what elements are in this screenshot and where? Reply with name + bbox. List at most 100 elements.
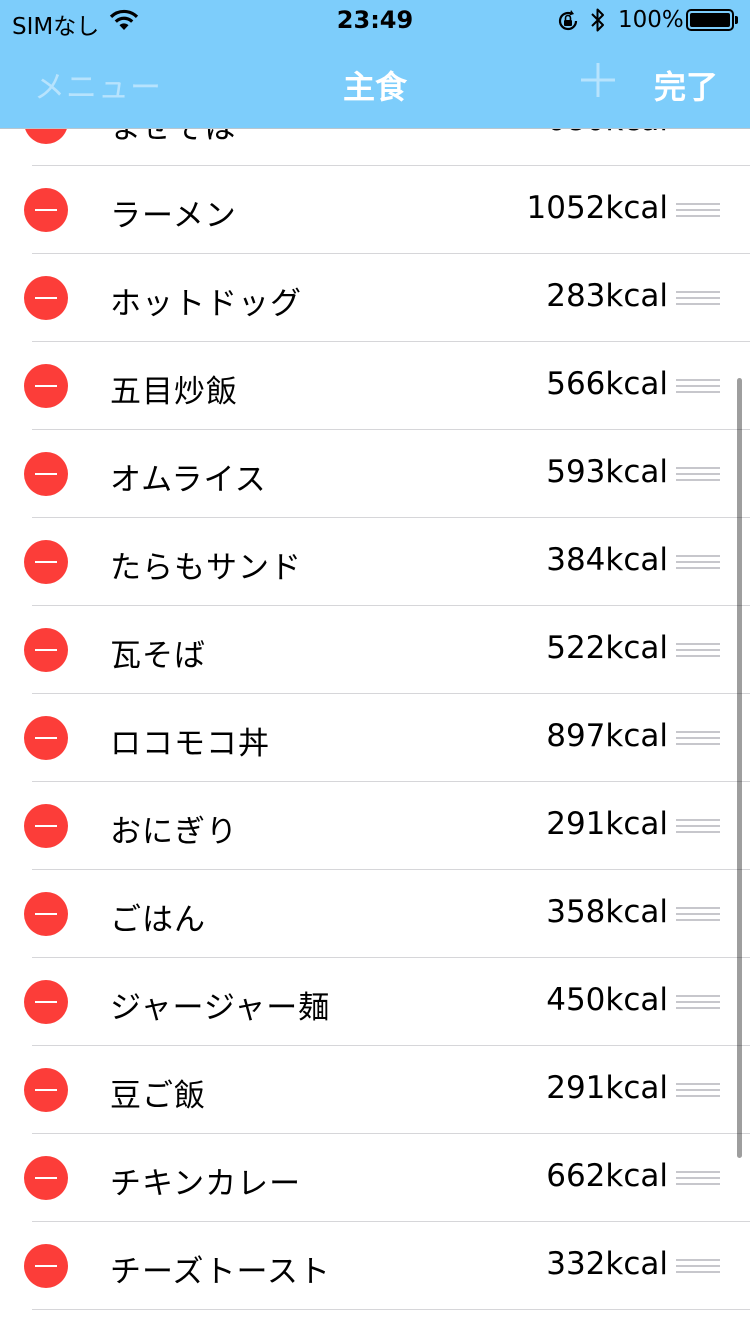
reorder-handle-icon[interactable] [676,995,720,1009]
done-button[interactable]: 完了 [654,62,718,108]
reorder-handle-icon[interactable] [676,819,720,833]
rotation-lock-icon [555,8,581,38]
item-calories: 566kcal [546,366,668,402]
delete-icon[interactable] [24,804,68,848]
delete-icon[interactable] [24,188,68,232]
reorder-handle-icon[interactable] [676,643,720,657]
scrollbar[interactable] [737,378,742,1158]
reorder-handle-line [676,391,720,393]
reorder-handle-line [676,291,720,293]
item-name: ラーメン [110,198,237,234]
reorder-handle-line [676,907,720,909]
delete-icon[interactable] [24,1156,68,1200]
list-item[interactable]: ラーメン 1052kcal [0,166,750,254]
reorder-handle-line [676,555,720,557]
reorder-handle-icon[interactable] [676,907,720,921]
list-item[interactable]: チキンカレー 662kcal [0,1134,750,1222]
item-name: ごはん [110,902,206,938]
item-name: 瓦そば [110,638,206,674]
reorder-handle-line [676,567,720,569]
list-item[interactable]: チーズトースト 332kcal [0,1222,750,1310]
reorder-handle-line [676,819,720,821]
delete-icon[interactable] [24,716,68,760]
item-calories: 897kcal [546,718,668,754]
plus-icon[interactable] [578,60,618,100]
list-item[interactable]: ホットドッグ 283kcal [0,254,750,342]
list-item[interactable]: 五目炒飯 566kcal [0,342,750,430]
delete-icon[interactable] [24,452,68,496]
item-name: チキンカレー [110,1166,302,1202]
reorder-handle-line [676,561,720,563]
reorder-handle-icon[interactable] [676,731,720,745]
reorder-handle-icon[interactable] [676,467,720,481]
item-calories: 291kcal [546,806,668,842]
list-item[interactable]: おにぎり 291kcal [0,782,750,870]
reorder-handle-line [676,1259,720,1261]
delete-icon[interactable] [24,364,68,408]
list-item[interactable]: ごはん 358kcal [0,870,750,958]
list-item[interactable]: ロコモコ丼 897kcal [0,694,750,782]
bluetooth-icon [590,6,606,38]
delete-icon[interactable] [24,628,68,672]
reorder-handle-icon[interactable] [676,555,720,569]
reorder-handle-line [676,731,720,733]
reorder-handle-line [676,1083,720,1085]
screen: SIMなし 23:49 100% メニュー 主食 完了 ラーメン 1052kca… [0,0,750,1334]
item-name: 豆ご飯 [110,1078,206,1114]
list-item[interactable]: 豆ご飯 291kcal [0,1046,750,1134]
item-calories: 593kcal [546,454,668,490]
reorder-handle-line [676,1001,720,1003]
navigation-bar: SIMなし 23:49 100% メニュー 主食 完了 [0,0,750,129]
delete-icon[interactable] [24,892,68,936]
reorder-handle-line [676,919,720,921]
reorder-handle-line [676,1177,720,1179]
reorder-handle-line [676,297,720,299]
reorder-handle-icon[interactable] [676,1083,720,1097]
list-item[interactable]: たらもサンド 384kcal [0,518,750,606]
reorder-handle-line [676,995,720,997]
item-calories: 522kcal [546,630,668,666]
list-item[interactable]: 瓦そば 522kcal [0,606,750,694]
item-calories: 283kcal [546,278,668,314]
list-item[interactable]: オムライス 593kcal [0,430,750,518]
item-calories: 332kcal [546,1246,668,1282]
item-name: おにぎり [110,814,238,850]
reorder-handle-line [676,913,720,915]
reorder-handle-icon[interactable] [676,291,720,305]
reorder-handle-icon[interactable] [676,203,720,217]
reorder-handle-line [676,831,720,833]
status-bar: SIMなし 23:49 100% [0,0,750,40]
item-name: チーズトースト [110,1254,331,1290]
delete-icon[interactable] [24,276,68,320]
reorder-handle-icon[interactable] [676,379,720,393]
item-calories: 384kcal [546,542,668,578]
reorder-handle-icon[interactable] [676,1259,720,1273]
battery-icon [686,9,738,31]
reorder-handle-line [676,737,720,739]
page-title: 主食 [342,68,407,106]
reorder-handle-line [676,1265,720,1267]
delete-icon[interactable] [24,1244,68,1288]
reorder-handle-line [676,655,720,657]
item-calories: 358kcal [546,894,668,930]
row-separator [32,1309,750,1310]
list-item[interactable]: ジャージャー麺 450kcal [0,958,750,1046]
reorder-handle-line [676,215,720,217]
reorder-handle-line [676,649,720,651]
delete-icon[interactable] [24,540,68,584]
item-name: ロコモコ丼 [110,726,270,762]
item-calories: 291kcal [546,1070,668,1106]
item-calories: 1052kcal [526,190,669,226]
delete-icon[interactable] [24,980,68,1024]
reorder-handle-icon[interactable] [676,1171,720,1185]
reorder-handle-line [676,203,720,205]
reorder-handle-line [676,1171,720,1173]
reorder-handle-line [676,1089,720,1091]
reorder-handle-line [676,385,720,387]
reorder-handle-line [676,743,720,745]
reorder-handle-line [676,379,720,381]
reorder-handle-line [676,825,720,827]
delete-icon[interactable] [24,1068,68,1112]
reorder-handle-line [676,1271,720,1273]
item-name: たらもサンド [110,550,302,586]
